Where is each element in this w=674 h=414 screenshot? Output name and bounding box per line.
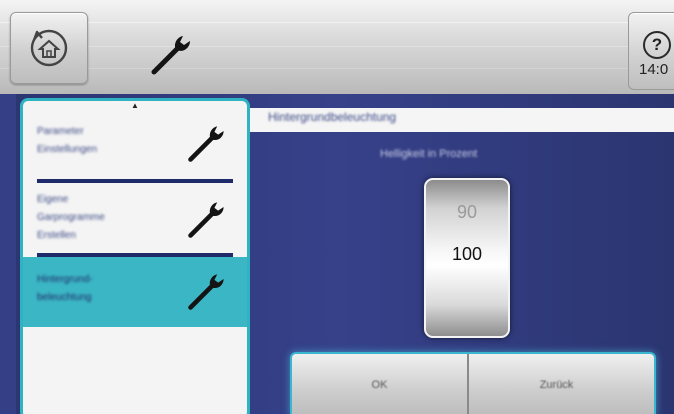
page-title: Hintergrundbeleuchtung xyxy=(268,110,397,124)
wrench-icon xyxy=(188,126,224,162)
wrench-icon xyxy=(188,202,224,238)
menu-item-parameter-settings[interactable]: Parameter Einstellungen xyxy=(23,101,247,183)
back-button-label: Zurück xyxy=(539,379,574,391)
picker-current-value[interactable]: 100 xyxy=(426,244,508,265)
menu-item-label: Parameter Einstellungen xyxy=(37,126,98,155)
wrench-icon xyxy=(151,36,190,75)
left-rail xyxy=(0,94,16,414)
menu-item-label: Eigene Garprogramme Erstellen xyxy=(37,194,105,241)
page-title-bar: Hintergrundbeleuchtung xyxy=(250,108,674,132)
settings-menu[interactable]: ▲ Parameter Einstellungen Eigene Garprog… xyxy=(20,98,250,414)
brightness-label: Helligkeit in Prozent xyxy=(380,148,478,160)
menu-item-label: Hintergrund- beleuchtung xyxy=(37,274,93,303)
ok-button-label: OK xyxy=(371,379,388,391)
action-buttons: OK Zurück xyxy=(290,352,656,414)
menu-item-backlight[interactable]: Hintergrund- beleuchtung xyxy=(23,257,247,327)
main-area: ▲ Parameter Einstellungen Eigene Garprog… xyxy=(0,94,674,414)
picker-previous-value[interactable]: 90 xyxy=(426,202,508,223)
home-back-icon xyxy=(30,29,68,67)
top-toolbar: ? 14:0 xyxy=(0,0,674,94)
wrench-icon xyxy=(188,274,224,310)
home-back-button[interactable] xyxy=(10,12,88,84)
back-button[interactable]: Zurück xyxy=(469,354,644,414)
menu-item-custom-programs[interactable]: Eigene Garprogramme Erstellen xyxy=(23,183,247,257)
clock-time: 14:0 xyxy=(639,61,669,78)
ok-button[interactable]: OK xyxy=(292,354,467,414)
help-button[interactable]: ? 14:0 xyxy=(628,12,674,90)
help-icon: ? xyxy=(643,31,671,59)
brightness-picker[interactable]: 90 100 xyxy=(424,178,510,338)
